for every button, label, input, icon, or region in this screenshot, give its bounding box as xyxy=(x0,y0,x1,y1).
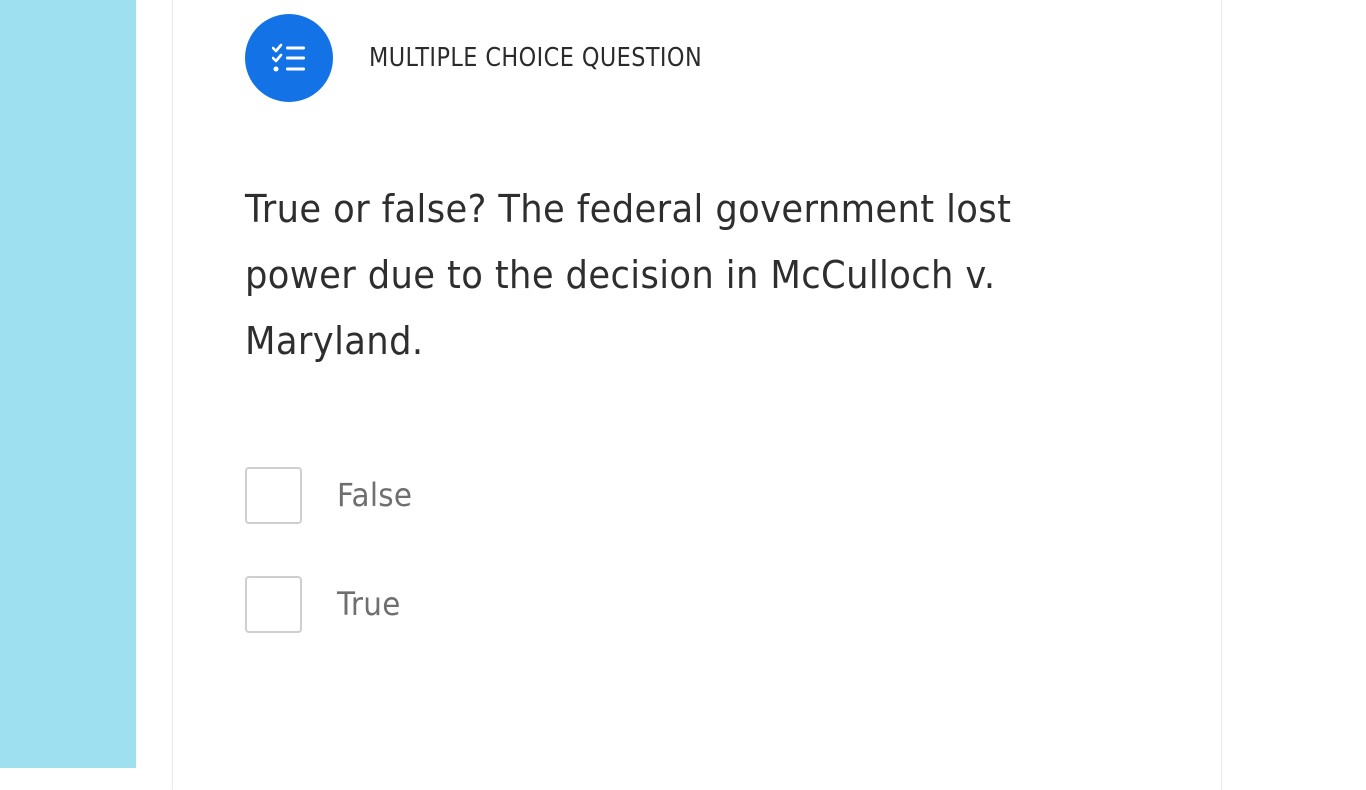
question-type-label: MULTIPLE CHOICE QUESTION xyxy=(369,43,703,73)
question-header: MULTIPLE CHOICE QUESTION xyxy=(245,14,756,102)
choice-true[interactable]: True xyxy=(245,575,419,633)
side-panel-strip xyxy=(0,0,136,768)
question-card: MULTIPLE CHOICE QUESTION True or false? … xyxy=(172,0,1222,790)
choice-false[interactable]: False xyxy=(245,466,419,524)
choice-checkbox[interactable] xyxy=(245,466,302,524)
answer-choices: False True xyxy=(245,466,419,684)
page-gutter xyxy=(136,0,172,768)
question-text: True or false? The federal government lo… xyxy=(245,187,1012,363)
choice-checkbox[interactable] xyxy=(245,575,302,633)
choice-label: True xyxy=(337,585,401,623)
choice-label: False xyxy=(337,476,413,514)
checklist-icon xyxy=(245,14,333,102)
